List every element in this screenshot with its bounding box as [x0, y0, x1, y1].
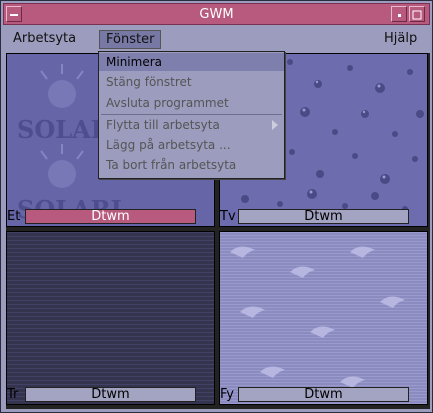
dark-wallpaper — [7, 232, 214, 404]
pane-4-label: Fy — [220, 387, 234, 402]
workspace-pane-4[interactable]: Fy Dtwm — [219, 231, 428, 405]
pane-3-label: Tr — [7, 387, 19, 402]
menu-item-lagg-pa-arbetsyta[interactable]: Lägg på arbetsyta ... — [99, 136, 284, 154]
pane-2-name: Dtwm — [238, 209, 409, 224]
dolphins-wallpaper — [220, 232, 427, 404]
menu-separator — [101, 114, 282, 115]
menu-bar: Arbetsyta Fönster Hjälp — [3, 27, 430, 51]
pane-4-name: Dtwm — [238, 387, 409, 402]
menu-hjalp[interactable]: Hjälp — [378, 30, 423, 47]
menu-fonster[interactable]: Fönster — [99, 30, 162, 49]
menu-item-flytta-till-arbetsyta[interactable]: Flytta till arbetsyta — [99, 116, 284, 134]
menu-item-avsluta-programmet[interactable]: Avsluta programmet — [99, 94, 284, 112]
pane-1-label: Et — [7, 209, 21, 224]
gwm-window: GWM Arbetsyta Fönster Hjälp SOLARI SOLAR… — [0, 0, 433, 413]
menu-item-ta-bort-fran-arbetsyta[interactable]: Ta bort från arbetsyta — [99, 156, 284, 174]
menu-arbetsyta[interactable]: Arbetsyta — [7, 30, 82, 47]
maximize-button[interactable] — [409, 6, 425, 22]
pane-1-name: Dtwm — [25, 209, 196, 224]
menu-item-stang-fonstret[interactable]: Stäng fönstret — [99, 73, 284, 91]
submenu-arrow-icon — [272, 120, 278, 130]
menu-item-minimera[interactable]: Minimera — [99, 53, 284, 71]
pane-2-label: Tv — [220, 209, 236, 224]
minimize-button[interactable] — [391, 6, 407, 22]
workspace-pane-3[interactable]: Tr Dtwm — [6, 231, 215, 405]
title-bar[interactable]: GWM — [3, 3, 430, 25]
flytta-label: Flytta till arbetsyta — [106, 118, 220, 132]
fonster-dropdown-menu: Minimera Stäng fönstret Avsluta programm… — [98, 51, 285, 179]
window-title: GWM — [199, 7, 234, 22]
minimize-icon — [398, 14, 401, 17]
maximize-icon — [412, 10, 422, 20]
pane-3-name: Dtwm — [25, 387, 196, 402]
